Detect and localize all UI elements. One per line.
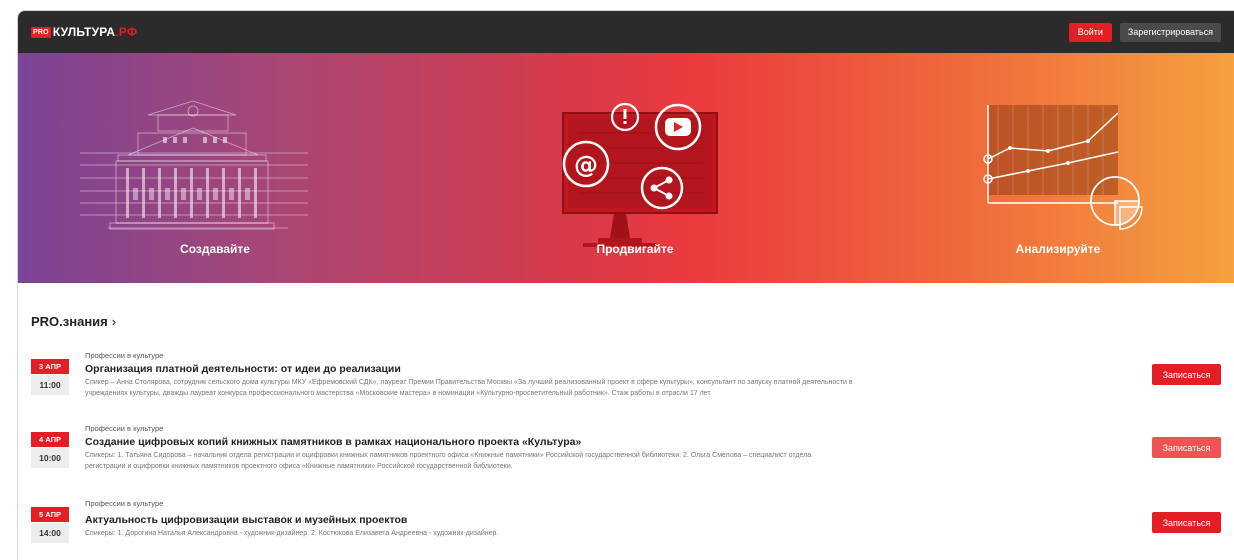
event-date: 4 АПР — [31, 432, 69, 447]
event-item: 4 АПР 10:00 Профессии в культуре Создани… — [31, 424, 1221, 486]
page-frame: PRO КУЛЬТУРА .РФ Войти Зарегистрироватьс… — [17, 10, 1234, 560]
event-date: 3 АПР — [31, 359, 69, 374]
event-time: 10:00 — [31, 448, 69, 468]
event-description: Спикеры: 1. Дорогина Наталья Александров… — [85, 529, 1035, 540]
chevron-right-icon: › — [111, 314, 117, 329]
event-date-badge: 3 АПР 11:00 — [31, 359, 69, 395]
event-item: 3 АПР 11:00 Профессии в культуре Организ… — [31, 351, 1221, 413]
hero-banner: Создавайте @ Продвигайте Анализируйте — [18, 53, 1234, 283]
hero-promote-label: Продвигайте — [596, 242, 674, 256]
event-description-line: Спикеры: 1. Дорогина Наталья Александров… — [85, 530, 499, 537]
signup-button[interactable]: Записаться — [1152, 437, 1221, 458]
signup-button[interactable]: Записаться — [1152, 364, 1221, 385]
hero-create-label: Создавайте — [180, 242, 250, 256]
logo-badge: PRO — [31, 26, 51, 38]
event-description-line: Спикеры: 1. Татьяна Сидорова – начальник… — [85, 452, 812, 459]
event-category: Профессии в культуре — [85, 424, 164, 433]
event-time: 14:00 — [31, 523, 69, 543]
logo-suffix: .РФ — [115, 25, 138, 39]
login-button[interactable]: Войти — [1068, 22, 1112, 42]
hero-promote-column[interactable]: @ Продвигайте — [408, 53, 828, 283]
auth-actions: Войти Зарегистрироваться — [1068, 22, 1221, 42]
event-date-badge: 5 АПР 14:00 — [31, 507, 69, 543]
hero-analyze-label: Анализируйте — [1015, 242, 1101, 256]
event-category: Профессии в культуре — [85, 499, 164, 508]
event-date-badge: 4 АПР 10:00 — [31, 432, 69, 468]
section-title-link[interactable]: PRO.знания › — [31, 314, 116, 329]
event-description: Спикер – Анна Столярова, сотрудник сельс… — [85, 378, 1035, 400]
event-title[interactable]: Организация платной деятельности: от иде… — [85, 363, 1035, 375]
svg-text:@: @ — [574, 151, 598, 179]
event-title[interactable]: Создание цифровых копий книжных памятник… — [85, 436, 1035, 448]
event-details: Профессии в культуре Организация платной… — [85, 351, 1035, 400]
site-logo[interactable]: PRO КУЛЬТУРА .РФ — [31, 25, 137, 39]
top-navigation-bar: PRO КУЛЬТУРА .РФ Войти Зарегистрироватьс… — [18, 11, 1234, 53]
logo-name: КУЛЬТУРА — [52, 25, 116, 39]
event-description-line: Спикер – Анна Столярова, сотрудник сельс… — [85, 379, 853, 386]
event-time: 11:00 — [31, 375, 69, 395]
hero-create-column[interactable]: Создавайте — [18, 53, 408, 283]
hero-analyze-column[interactable]: Анализируйте — [828, 53, 1234, 283]
event-description-line: учреждениях культуры, дважды лауреат кон… — [85, 389, 712, 397]
register-button[interactable]: Зарегистрироваться — [1119, 22, 1221, 42]
event-description: Спикеры: 1. Татьяна Сидорова – начальник… — [85, 451, 1035, 473]
event-category: Профессии в культуре — [85, 351, 164, 360]
event-description-line: регистрации и оцифровки книжных памятник… — [85, 462, 513, 470]
event-title[interactable]: Актуальность цифровизации выставок и муз… — [85, 514, 1035, 526]
event-details: Профессии в культуре Актуальность цифров… — [85, 499, 1035, 540]
signup-button[interactable]: Записаться — [1152, 512, 1221, 533]
event-item: 5 АПР 14:00 Профессии в культуре Актуаль… — [31, 499, 1221, 551]
event-date: 5 АПР — [31, 507, 69, 522]
section-title: PRO.знания — [31, 314, 108, 329]
event-details: Профессии в культуре Создание цифровых к… — [85, 424, 1035, 473]
